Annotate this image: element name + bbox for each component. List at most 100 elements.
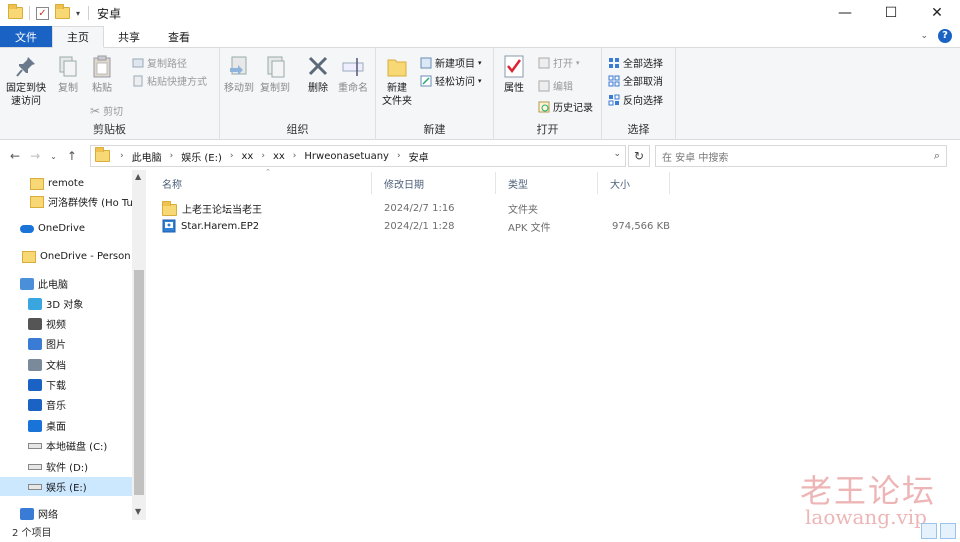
chevron-right-icon[interactable]: › [397,151,401,161]
new-item-button[interactable]: 新建项目 ▾ [420,55,482,70]
nav-item-label: 河洛群侠传 (Ho Tu [48,198,132,209]
back-arrow-icon[interactable]: ← [10,149,20,163]
tab-home[interactable]: 主页 [52,26,104,48]
column-type[interactable]: 类型 [496,172,598,194]
large-icons-view-icon[interactable] [940,523,956,539]
breadcrumb-item[interactable]: xx [273,151,285,162]
cloud-icon [20,224,34,233]
folder-icon [162,200,177,216]
breadcrumb[interactable]: › 此电脑 › 娱乐 (E:) › xx › xx › Hrweonasetua… [90,145,626,167]
breadcrumb-item[interactable]: 娱乐 (E:) [181,149,222,164]
select-none-button[interactable]: 全部取消 [608,73,663,88]
chevron-right-icon[interactable]: › [170,151,174,161]
cut-button[interactable]: ✂ 剪切 [90,103,123,119]
nav-item[interactable]: 图片 [0,334,132,353]
file-row[interactable]: 上老王论坛当老王 2024/2/7 1:16 文件夹 [162,199,670,217]
nav-item-label: 文档 [46,361,66,372]
copy-icon [59,56,77,77]
breadcrumb-item[interactable]: 此电脑 [132,149,162,164]
paste-button[interactable]: 粘贴 [90,54,114,95]
tab-view[interactable]: 查看 [154,26,204,47]
nav-item[interactable]: 软件 (D:) [0,457,132,476]
select-none-icon [608,75,620,86]
nav-scrollbar[interactable]: ▲ ▼ [132,170,146,520]
clipboard-icon [93,55,111,78]
nav-item[interactable]: 视频 [0,314,132,333]
properties-button[interactable]: 属性 [502,54,526,95]
nav-item[interactable]: 娱乐 (E:) [0,477,132,496]
history-button[interactable]: 历史记录 [538,99,593,114]
tab-share[interactable]: 共享 [104,26,154,47]
search-input[interactable]: 在 安卓 中搜索 ⌕ [655,145,947,167]
open-button[interactable]: 打开 ▾ [538,55,580,70]
properties-icon [504,55,524,78]
details-view-icon[interactable] [921,523,937,539]
refresh-icon: ↻ [633,149,645,163]
title-bar: ✓ ▾ 安卓 — ☐ ✕ [0,0,960,26]
nav-item[interactable]: 3D 对象 [0,294,132,313]
invert-selection-button[interactable]: 反向选择 [608,92,663,107]
new-folder-button[interactable]: 新建 文件夹 [382,54,412,108]
copy-path-button[interactable]: 复制路径 [132,55,187,70]
nav-item[interactable]: 网络 [0,504,132,520]
chevron-right-icon[interactable]: › [120,151,124,161]
properties-icon[interactable]: ✓ [36,6,49,20]
maximize-button[interactable]: ☐ [868,0,914,26]
file-name: 上老王论坛当老王 [182,204,262,216]
nav-item[interactable]: remote [0,174,132,193]
delete-button[interactable]: 删除 [306,54,330,95]
music-icon [28,398,42,411]
breadcrumb-item[interactable]: xx [242,151,254,162]
up-arrow-icon[interactable]: ↑ [67,149,77,163]
nav-item[interactable]: OneDrive - Person [0,247,132,266]
copy-button[interactable]: 复制 [56,54,80,95]
nav-item[interactable]: 下载 [0,375,132,394]
column-size[interactable]: 大小 [598,172,670,194]
rename-button[interactable]: 重命名 [338,54,368,95]
chevron-down-icon[interactable]: ⌄ [613,149,621,159]
dropdown-icon: ▾ [576,58,580,67]
nav-item[interactable]: 桌面 [0,416,132,435]
breadcrumb-item[interactable]: Hrweonasetuany [304,151,389,162]
chevron-right-icon[interactable]: › [261,151,265,161]
help-icon[interactable]: ? [938,29,952,43]
customize-dropdown-icon[interactable]: ▾ [76,9,80,18]
move-to-button[interactable]: 移动到 [224,54,254,95]
pin-quick-access-button[interactable]: 固定到快 速访问 [6,54,46,108]
divider [29,6,30,20]
move-to-icon [230,56,247,75]
new-folder-icon[interactable] [55,4,70,19]
nav-item[interactable]: 此电脑 [0,274,132,293]
edit-button[interactable]: 编辑 [538,78,573,93]
chevron-right-icon[interactable]: › [293,151,297,161]
scroll-up-icon[interactable]: ▲ [135,172,141,181]
nav-item[interactable]: 文档 [0,355,132,374]
forward-arrow-icon[interactable]: → [30,149,40,163]
copy-to-button[interactable]: 复制到 [260,54,290,95]
file-row[interactable]: Star.Harem.EP2 2024/2/1 1:28 APK 文件 974,… [162,217,670,235]
breadcrumb-item[interactable]: 安卓 [409,149,429,164]
nav-item[interactable]: OneDrive [0,219,132,238]
scroll-down-icon[interactable]: ▼ [135,507,141,516]
nav-item[interactable]: 本地磁盘 (C:) [0,436,132,455]
paste-shortcut-button[interactable]: 粘贴快捷方式 [132,73,207,88]
close-button[interactable]: ✕ [914,0,960,26]
easy-access-button[interactable]: 轻松访问 ▾ [420,73,482,88]
column-name[interactable]: 名称 [150,172,372,194]
column-date[interactable]: 修改日期 [372,172,496,194]
cube-icon [28,297,42,310]
refresh-button[interactable]: ↻ [628,145,650,167]
minimize-button[interactable]: — [822,0,868,26]
nav-item[interactable]: 音乐 [0,395,132,414]
select-all-button[interactable]: 全部选择 [608,55,663,70]
new-folder-icon [387,59,407,77]
search-icon[interactable]: ⌕ [934,149,940,163]
nav-item-label: 本地磁盘 (C:) [46,442,108,453]
ribbon-collapse-icon[interactable]: ⌄ [920,31,928,41]
recent-locations-icon[interactable]: ⌄ [50,152,57,161]
scrollbar-thumb[interactable] [134,270,144,495]
chevron-right-icon[interactable]: › [230,151,234,161]
tab-file[interactable]: 文件 [0,26,52,47]
ribbon-tabs: 文件 主页 共享 查看 ⌄ ? [0,26,960,48]
nav-item[interactable]: 河洛群侠传 (Ho Tu [0,192,132,211]
